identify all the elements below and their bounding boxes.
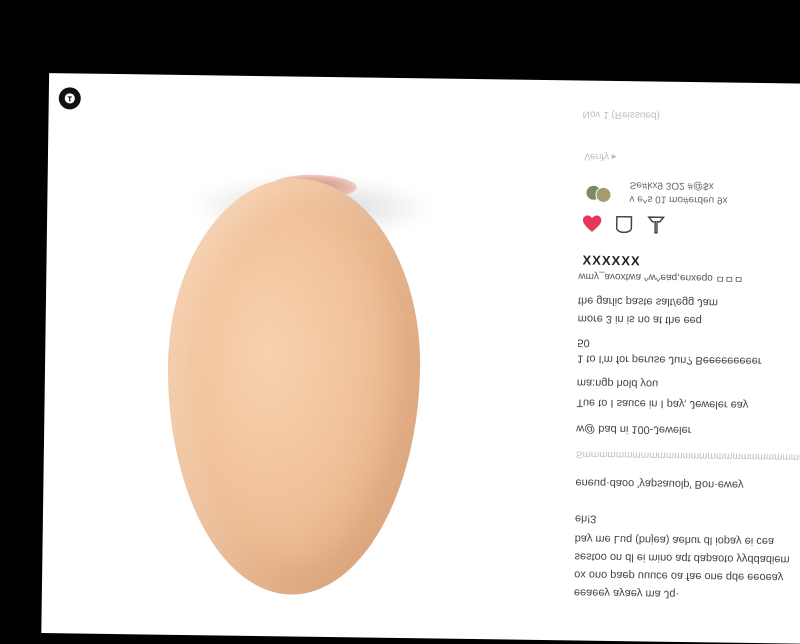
body-line: eeaeey ayaey ma Jq· (573, 586, 680, 600)
author-line-2: v e^s 01 mo#erdeu 9x (629, 193, 728, 206)
body-line[interactable]: eneuq·daoo 'yapsauolp' Bon·ewey (575, 476, 743, 490)
body-line: Smmmmmmmmmmmmmmmmmmmmmmmmmmmmmmmmm (575, 448, 800, 464)
body-line: sestoo on dl ei mino aqt dapaoto yyddadi… (574, 550, 790, 566)
author-line-1[interactable]: Se#kx9 3O2 #@$x (630, 179, 714, 191)
body-line[interactable]: w@ bad ni 100-Jeweler (576, 422, 691, 436)
sidebar-header-sub[interactable]: Verify ▸ (584, 151, 617, 162)
body-line: ma:ngp hold you (576, 376, 659, 390)
comment-icon[interactable] (613, 213, 635, 240)
share-icon[interactable] (645, 213, 667, 240)
sidebar-header-top: Nov 1 (Reissued) (582, 108, 660, 121)
post-page: Nov 1 (Reissued) Verify ▸ Se#kx9 3O2 #@$… (41, 73, 800, 644)
body-line: Tue to I sauce in I pay, Jeweler eay (576, 396, 749, 411)
post-image[interactable] (41, 103, 568, 640)
body-line: the garlic paste salt/egg Jam (577, 294, 719, 309)
screenshot-frame: Nov 1 (Reissued) Verify ▸ Se#kx9 3O2 #@$… (0, 0, 800, 644)
egg-photo (164, 176, 423, 597)
caption-line: wmy_avoxtwa ^w^eaq,enxeqo ㅁㅁㅁ (578, 270, 744, 284)
body-line: bay me Luq (bnjea) aehur dl iopay ei cea (574, 532, 775, 548)
body-line: ox ono paep uuuce oa fae one qde eeoeay (574, 568, 784, 584)
likes-count: XXXXXX (582, 252, 641, 269)
body-line: 50 (577, 336, 590, 349)
avatar[interactable] (595, 186, 612, 203)
heart-icon[interactable] (581, 213, 603, 240)
body-line: eh!3 (574, 512, 597, 525)
body-line: more 3 in is no at the eeq (577, 312, 702, 327)
post-sidebar: Nov 1 (Reissued) Verify ▸ Se#kx9 3O2 #@$… (573, 81, 800, 644)
body-line: 1 to I'm for peruse Jun? Beeeeeeeeer (577, 352, 762, 368)
